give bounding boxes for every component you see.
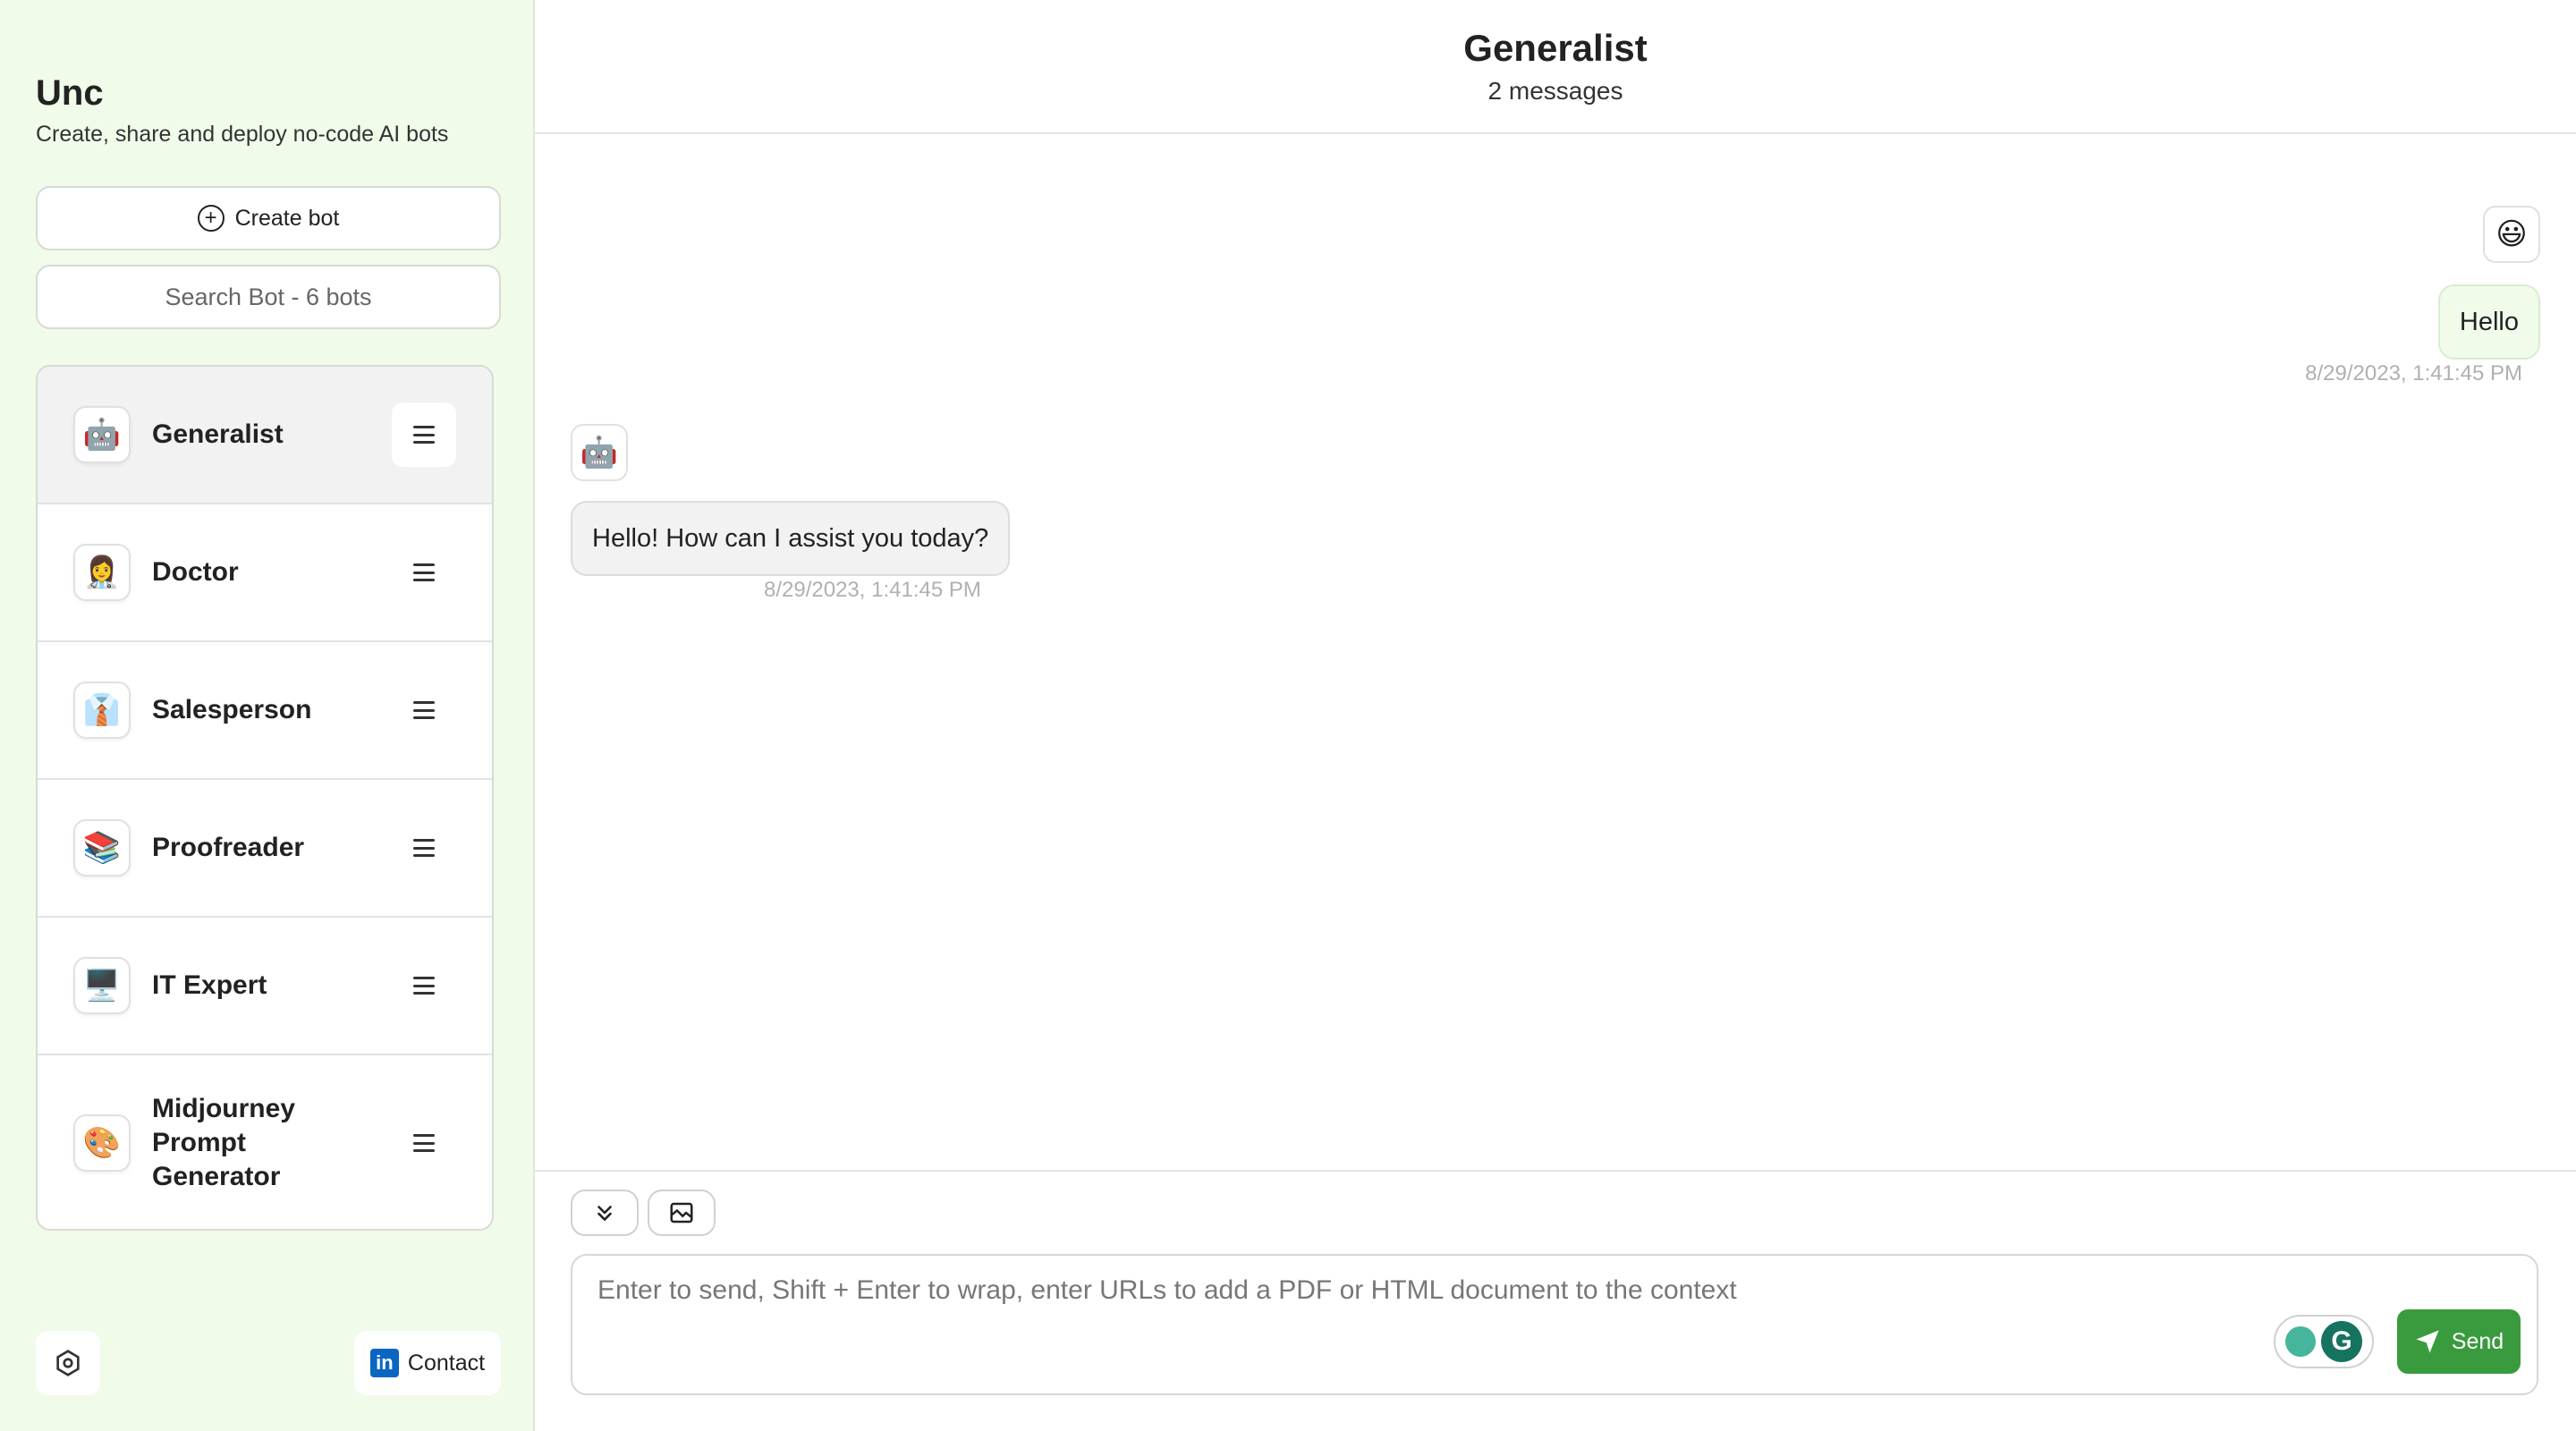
bot-message: Hello! How can I assist you today? [571,501,1011,576]
message-timestamp: 8/29/2023, 1:41:45 PM [764,578,981,602]
send-button[interactable]: Send [2397,1309,2521,1374]
double-chevron-down-icon [597,1206,612,1221]
bot-menu-button[interactable] [392,816,456,880]
plus-circle-icon: + [197,205,225,232]
bot-name: Proofreader [152,833,305,862]
hamburger-icon [413,563,435,581]
bot-item-proofreader[interactable]: 📚 Proofreader [38,780,492,918]
lightbulb-icon [2285,1326,2316,1357]
bot-item-it-expert[interactable]: 🖥️ IT Expert [38,918,492,1055]
composer-divider [535,1170,2576,1172]
scroll-down-button[interactable] [571,1190,639,1236]
bot-name: Generalist [152,419,284,449]
contact-label: Contact [407,1350,486,1376]
hamburger-icon [413,977,435,995]
contact-button[interactable]: in Contact [354,1331,501,1395]
linkedin-icon: in [369,1349,399,1377]
app-tagline: Create, share and deploy no-code AI bots [36,122,449,147]
chat-header: Generalist 2 messages [535,0,2576,134]
doctor-icon: 👩‍⚕️ [73,544,131,601]
robot-avatar-icon: 🤖 [571,424,628,481]
bot-name: Doctor [152,557,239,587]
message-input[interactable] [597,1275,2342,1329]
create-bot-label: Create bot [234,205,340,231]
message-timestamp: 8/29/2023, 1:41:45 PM [2305,361,2522,385]
bot-name: Midjourney Prompt Generator [152,1094,296,1191]
app-root: Unc Create, share and deploy no-code AI … [0,0,2576,1431]
bot-name: IT Expert [152,970,267,1000]
chat-panel: Generalist 2 messages 😃 Hello 8/29/2023,… [535,0,2576,1431]
sidebar: Unc Create, share and deploy no-code AI … [0,0,535,1431]
bot-list: 🤖 Generalist 👩‍⚕️ Doctor 👔 Salesperson [36,365,494,1231]
hamburger-icon [413,839,435,857]
image-icon [670,1202,693,1224]
chat-title: Generalist [1463,27,1648,69]
bot-item-midjourney[interactable]: 🎨 Midjourney Prompt Generator [38,1055,492,1229]
hamburger-icon [413,1134,435,1152]
message-composer: G Send [571,1254,2538,1395]
grammarly-icon: G [2321,1321,2362,1362]
salesperson-icon: 👔 [73,682,131,739]
message-count: 2 messages [1487,77,1623,105]
user-avatar-icon: 😃 [2483,206,2540,263]
bot-item-generalist[interactable]: 🤖 Generalist [38,367,492,504]
bot-menu-button[interactable] [392,540,456,605]
hamburger-icon [413,701,435,719]
app-title: Unc [36,73,104,113]
bot-item-doctor[interactable]: 👩‍⚕️ Doctor [38,504,492,642]
palette-icon: 🎨 [73,1114,131,1172]
hamburger-icon [413,426,435,444]
extension-pill[interactable]: G [2274,1315,2374,1368]
image-button[interactable] [648,1190,716,1236]
bot-menu-button[interactable] [392,1111,456,1175]
user-message: Hello [2437,284,2540,360]
send-label: Send [2451,1328,2504,1354]
books-icon: 📚 [73,819,131,876]
create-bot-button[interactable]: + Create bot [36,186,501,250]
search-bot-input[interactable] [36,265,501,329]
bot-menu-button[interactable] [392,678,456,742]
monitor-icon: 🖥️ [73,957,131,1014]
settings-button[interactable] [36,1331,100,1395]
robot-icon: 🤖 [73,406,131,463]
bot-item-salesperson[interactable]: 👔 Salesperson [38,642,492,780]
bot-name: Salesperson [152,695,312,724]
gear-icon [56,1350,80,1376]
bot-menu-button[interactable] [392,953,456,1018]
bot-menu-button[interactable] [392,402,456,467]
send-icon [2416,1330,2439,1353]
